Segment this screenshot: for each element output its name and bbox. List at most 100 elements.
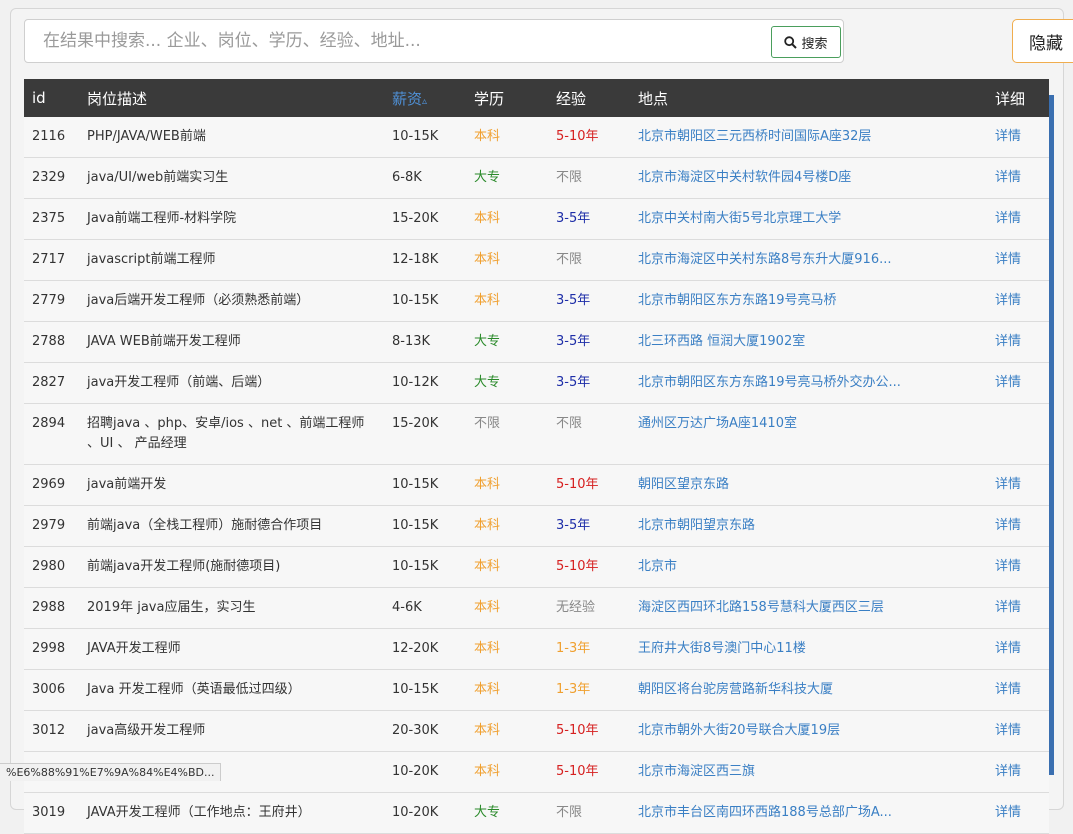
- table-row[interactable]: 2969 java前端开发 10-15K 本科 5-10年 朝阳区望京东路 详情: [24, 464, 1049, 506]
- cell-detail-link[interactable]: 详情: [987, 670, 1049, 711]
- cell-edu: 本科: [474, 129, 501, 144]
- cell-desc: Java 开发工程师（英语最低过四级）: [87, 682, 301, 697]
- cell-desc: PHP/JAVA/WEB前端: [87, 129, 206, 144]
- cell-location[interactable]: 北京市朝阳区三元西桥时间国际A座32层: [630, 117, 987, 158]
- table-row[interactable]: 2980 前端java开发工程师(施耐德项目) 10-15K 本科 5-10年 北京市 详情: [24, 546, 1049, 588]
- cell-id: 2827: [32, 375, 66, 390]
- cell-id: 2980: [32, 559, 66, 574]
- cell-edu: 大专: [474, 375, 501, 390]
- cell-location[interactable]: 朝阳区望京东路: [630, 465, 987, 506]
- table-row[interactable]: 2329 java/UI/web前端实习生 6-8K 大专 不限 北京市海淀区中关村软件园…: [24, 157, 1049, 199]
- cell-salary: 10-15K: [392, 518, 439, 533]
- search-button[interactable]: 搜索: [771, 26, 841, 58]
- cell-location[interactable]: 北京市朝阳望京东路: [630, 506, 987, 547]
- cell-detail-link[interactable]: 详情: [987, 117, 1049, 158]
- table-row[interactable]: 3006 Java 开发工程师（英语最低过四级） 10-15K 本科 1-3年 朝阳区将台…: [24, 669, 1049, 711]
- cell-desc: JAVA WEB前端开发工程师: [87, 334, 241, 349]
- cell-exp: 3-5年: [556, 518, 591, 533]
- sort-arrow-icon: ▵: [422, 95, 428, 107]
- cell-location[interactable]: 王府井大街8号澳门中心11楼: [630, 629, 987, 670]
- cell-detail-link[interactable]: 详情: [987, 158, 1049, 199]
- cell-location[interactable]: 北三环西路 恒润大厦1902室: [630, 322, 987, 363]
- header-id[interactable]: id: [24, 79, 79, 117]
- cell-location[interactable]: 北京市海淀区中关村东路8号东升大厦916...: [630, 240, 987, 281]
- cell-desc: JAVA开发工程师: [87, 641, 181, 656]
- cell-detail-link[interactable]: 详情: [987, 711, 1049, 752]
- header-loc[interactable]: 地点: [630, 79, 987, 117]
- table-row[interactable]: 2779 java后端开发工程师（必须熟悉前端） 10-15K 本科 3-5年 北京市朝阳…: [24, 280, 1049, 322]
- table-row[interactable]: 2827 java开发工程师（前端、后端） 10-12K 大专 3-5年 北京市朝阳区东方…: [24, 362, 1049, 404]
- cell-salary: 12-20K: [392, 641, 439, 656]
- cell-location[interactable]: 北京中关村南大街5号北京理工大学: [630, 199, 987, 240]
- search-button-label: 搜索: [801, 36, 828, 52]
- header-edu[interactable]: 学历: [466, 79, 548, 117]
- cell-id: 2375: [32, 211, 66, 226]
- scrollbar[interactable]: [1049, 95, 1054, 775]
- cell-location[interactable]: 北京市朝阳区东方东路19号亮马桥: [630, 281, 987, 322]
- cell-salary: 10-15K: [392, 129, 439, 144]
- cell-location[interactable]: 北京市海淀区西三旗: [630, 752, 987, 793]
- table-row[interactable]: 2988 2019年 java应届生，实习生 4-6K 本科 无经验 海淀区西四环北路15…: [24, 587, 1049, 629]
- cell-location[interactable]: 北京市: [630, 547, 987, 588]
- cell-salary: 10-15K: [392, 477, 439, 492]
- table-body: 2116 PHP/JAVA/WEB前端 10-15K 本科 5-10年 北京市朝阳区三元西…: [24, 117, 1049, 834]
- cell-detail-link[interactable]: 详情: [987, 752, 1049, 793]
- header-exp[interactable]: 经验: [548, 79, 630, 117]
- cell-desc: java高级开发工程师: [87, 723, 206, 738]
- cell-id: 2979: [32, 518, 66, 533]
- cell-detail-link[interactable]: 详情: [987, 547, 1049, 588]
- cell-detail-link[interactable]: 详情: [987, 281, 1049, 322]
- cell-edu: 本科: [474, 252, 501, 267]
- cell-desc: 2019年 java应届生，实习生: [87, 600, 256, 615]
- cell-exp: 3-5年: [556, 293, 591, 308]
- cell-detail-link[interactable]: 详情: [987, 465, 1049, 506]
- cell-id: 2988: [32, 600, 66, 615]
- table-row[interactable]: 2717 javascript前端工程师 12-18K 本科 不限 北京市海淀区中关村东路…: [24, 239, 1049, 281]
- cell-location[interactable]: 北京市朝外大街20号联合大厦19层: [630, 711, 987, 752]
- table-row[interactable]: 2998 JAVA开发工程师 12-20K 本科 1-3年 王府井大街8号澳门中心11楼详…: [24, 628, 1049, 670]
- cell-detail-link[interactable]: 详情: [987, 322, 1049, 363]
- cell-location[interactable]: 通州区万达广场A座1410室: [630, 404, 987, 465]
- cell-id: 2779: [32, 293, 66, 308]
- table-row[interactable]: 3019 JAVA开发工程师（工作地点：王府井） 10-20K 大专 不限 北京市丰台区南…: [24, 792, 1049, 834]
- status-bar: %E6%88%91%E7%9A%84%E4%BD...: [0, 763, 222, 781]
- cell-detail-link[interactable]: 详情: [987, 793, 1049, 834]
- cell-location[interactable]: 北京市丰台区南四环西路188号总部广场A...: [630, 793, 987, 834]
- cell-detail-link[interactable]: 详情: [987, 363, 1049, 404]
- table-row[interactable]: 3012 java高级开发工程师 20-30K 本科 5-10年 北京市朝外大街20号联合…: [24, 710, 1049, 752]
- cell-detail-link[interactable]: 详情: [987, 588, 1049, 629]
- cell-id: 2116: [32, 129, 66, 144]
- cell-desc: 招聘java 、php、安卓/ios 、net 、前端工程师 、UI 、 产品经…: [87, 416, 365, 451]
- cell-salary: 10-20K: [392, 764, 439, 779]
- header-desc[interactable]: 岗位描述: [79, 79, 384, 117]
- search-icon: [784, 35, 798, 49]
- cell-desc: 前端java开发工程师(施耐德项目): [87, 559, 281, 574]
- cell-detail-link[interactable]: 详情: [987, 506, 1049, 547]
- cell-location[interactable]: 北京市海淀区中关村软件园4号楼D座: [630, 158, 987, 199]
- cell-edu: 本科: [474, 559, 501, 574]
- cell-exp: 不限: [556, 252, 583, 267]
- table-row[interactable]: 2116 PHP/JAVA/WEB前端 10-15K 本科 5-10年 北京市朝阳区三元西…: [24, 117, 1049, 158]
- cell-exp: 5-10年: [556, 129, 599, 144]
- cell-exp: 3-5年: [556, 375, 591, 390]
- cell-location[interactable]: 朝阳区将台驼房营路新华科技大厦: [630, 670, 987, 711]
- hide-button[interactable]: 隐藏: [1012, 19, 1073, 63]
- header-salary[interactable]: 薪资▵: [384, 79, 466, 117]
- cell-desc: java开发工程师（前端、后端）: [87, 375, 271, 390]
- cell-location[interactable]: 北京市朝阳区东方东路19号亮马桥外交办公...: [630, 363, 987, 404]
- cell-detail-link[interactable]: [987, 404, 1049, 465]
- table-row[interactable]: 2979 前端java（全栈工程师）施耐德合作项目 10-15K 本科 3-5年 北京市朝…: [24, 505, 1049, 547]
- cell-detail-link[interactable]: 详情: [987, 240, 1049, 281]
- search-input[interactable]: [37, 26, 749, 56]
- table-row[interactable]: 2375 Java前端工程师-材料学院 15-20K 本科 3-5年 北京中关村南大街5号…: [24, 198, 1049, 240]
- cell-detail-link[interactable]: 详情: [987, 199, 1049, 240]
- cell-edu: 本科: [474, 600, 501, 615]
- cell-salary: 10-20K: [392, 805, 439, 820]
- cell-detail-link[interactable]: 详情: [987, 629, 1049, 670]
- table-row[interactable]: 2894 招聘java 、php、安卓/ios 、net 、前端工程师 、UI 、…: [24, 403, 1049, 465]
- cell-id: 2329: [32, 170, 66, 185]
- cell-desc: 前端java（全栈工程师）施耐德合作项目: [87, 518, 323, 533]
- header-detail[interactable]: 详细: [987, 79, 1049, 117]
- cell-location[interactable]: 海淀区西四环北路158号慧科大厦西区三层: [630, 588, 987, 629]
- table-row[interactable]: 2788 JAVA WEB前端开发工程师 8-13K 大专 3-5年 北三环西路 恒润大厦…: [24, 321, 1049, 363]
